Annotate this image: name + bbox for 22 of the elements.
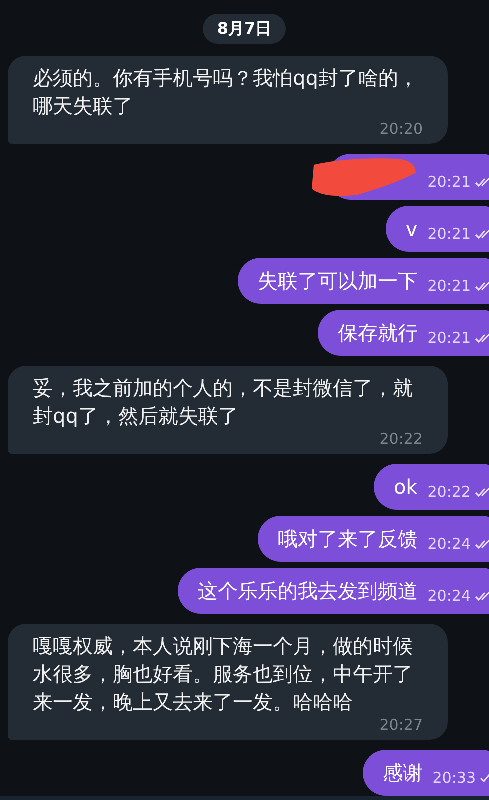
message-time: 20:33	[432, 769, 476, 787]
message-text: 感谢	[382, 760, 423, 787]
date-chip: 8月7日	[203, 14, 286, 44]
message-time: 20:22	[428, 483, 471, 501]
message-time: 20:24	[428, 535, 471, 553]
message-text: 嘎嘎权威，本人说刚下海一个月，做的时候水很多，胸也好看。服务也到位，中午开了来一发，晚上又去来了一发。哈哈哈	[33, 633, 414, 716]
message-time: 20:21	[428, 173, 471, 191]
message-time: 20:21	[428, 277, 471, 295]
message-text: 妥，我之前加的个人的，不是封微信了，就封qq了，然后就失联了	[33, 375, 414, 430]
message-time: 20:21	[428, 225, 471, 243]
message-text: 必须的。你有手机号吗？我怕qq封了啥的，哪天失联了	[33, 65, 420, 120]
message-time: 20:27	[380, 716, 423, 734]
message-text: v	[406, 216, 418, 243]
message-time: 20:24	[428, 587, 471, 605]
message-time: 20:22	[380, 430, 423, 448]
message-text: ok	[394, 474, 418, 501]
message-text: 哦对了来了反馈	[278, 526, 418, 553]
message-time: 20:20	[380, 120, 423, 138]
message-text: 失联了可以加一下	[258, 268, 418, 295]
message-text: 这个乐乐的我去发到频道	[198, 578, 418, 605]
message-text: 保存就行	[338, 320, 418, 347]
message-time: 20:21	[428, 329, 471, 347]
